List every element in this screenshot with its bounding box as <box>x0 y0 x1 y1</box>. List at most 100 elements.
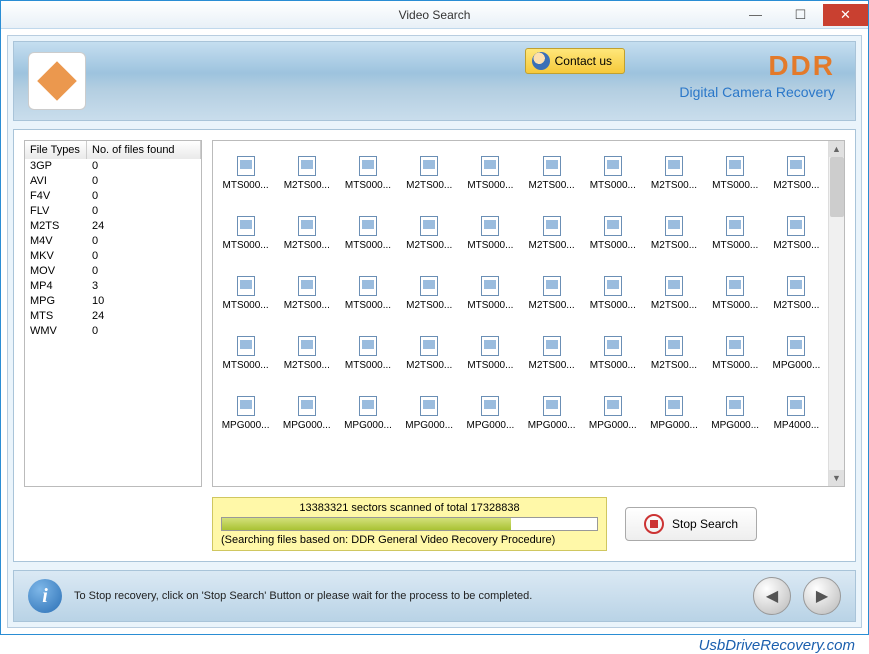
prev-button[interactable]: ◀ <box>753 577 791 615</box>
video-file-icon <box>237 216 255 236</box>
file-item[interactable]: M2TS00... <box>521 323 582 383</box>
file-item[interactable]: MTS000... <box>582 203 643 263</box>
file-item[interactable]: MPG000... <box>521 383 582 443</box>
file-type-row[interactable]: 3GP0 <box>25 159 201 174</box>
file-item[interactable]: MPG000... <box>766 323 827 383</box>
file-label: MPG000... <box>466 420 514 431</box>
file-item[interactable]: MPG000... <box>460 383 521 443</box>
file-item[interactable]: MPG000... <box>399 383 460 443</box>
scroll-down-icon[interactable]: ▼ <box>829 470 844 486</box>
file-item[interactable]: M2TS00... <box>521 203 582 263</box>
file-item[interactable]: M2TS00... <box>766 143 827 203</box>
file-item[interactable]: M2TS00... <box>399 263 460 323</box>
file-item[interactable]: MTS000... <box>460 143 521 203</box>
file-type-row[interactable]: MKV0 <box>25 249 201 264</box>
file-type-row[interactable]: AVI0 <box>25 174 201 189</box>
file-type-name: MKV <box>25 249 87 264</box>
file-label: M2TS00... <box>406 360 452 371</box>
file-type-name: MPG <box>25 294 87 309</box>
minimize-button[interactable]: — <box>733 4 778 26</box>
file-item[interactable]: M2TS00... <box>276 263 337 323</box>
file-item[interactable]: M2TS00... <box>399 323 460 383</box>
file-item[interactable]: MTS000... <box>337 143 398 203</box>
file-label: MTS000... <box>590 360 636 371</box>
file-label: MPG000... <box>283 420 331 431</box>
vertical-scrollbar[interactable]: ▲ ▼ <box>828 141 844 486</box>
file-type-row[interactable]: WMV0 <box>25 324 201 339</box>
file-item[interactable]: MTS000... <box>215 263 276 323</box>
next-button[interactable]: ▶ <box>803 577 841 615</box>
watermark: UsbDriveRecovery.com <box>0 635 869 654</box>
file-item[interactable]: M2TS00... <box>399 143 460 203</box>
file-item[interactable]: MTS000... <box>460 263 521 323</box>
video-file-icon <box>604 336 622 356</box>
file-item[interactable]: M2TS00... <box>643 143 704 203</box>
file-item[interactable]: MTS000... <box>337 263 398 323</box>
file-item[interactable]: MTS000... <box>215 323 276 383</box>
file-type-row[interactable]: M2TS24 <box>25 219 201 234</box>
scroll-up-icon[interactable]: ▲ <box>829 141 844 157</box>
file-item[interactable]: MTS000... <box>582 323 643 383</box>
file-item[interactable]: MTS000... <box>705 143 766 203</box>
file-item[interactable]: M2TS00... <box>643 263 704 323</box>
file-item[interactable]: M2TS00... <box>766 203 827 263</box>
file-types-body: 3GP0AVI0F4V0FLV0M2TS24M4V0MKV0MOV0MP43MP… <box>25 159 201 486</box>
file-item[interactable]: MTS000... <box>337 323 398 383</box>
file-item[interactable]: MPG000... <box>215 383 276 443</box>
file-item[interactable]: MP4000... <box>766 383 827 443</box>
file-type-count: 0 <box>87 204 201 219</box>
file-item[interactable]: MPG000... <box>276 383 337 443</box>
progress-fill <box>222 518 511 530</box>
video-file-icon <box>543 396 561 416</box>
file-item[interactable]: MTS000... <box>705 263 766 323</box>
maximize-button[interactable]: ☐ <box>778 4 823 26</box>
file-label: MTS000... <box>345 360 391 371</box>
file-type-count: 10 <box>87 294 201 309</box>
file-item[interactable]: MTS000... <box>705 323 766 383</box>
file-item[interactable]: M2TS00... <box>521 143 582 203</box>
file-item[interactable]: MTS000... <box>215 143 276 203</box>
file-type-row[interactable]: F4V0 <box>25 189 201 204</box>
file-item[interactable]: MTS000... <box>582 143 643 203</box>
close-button[interactable]: ✕ <box>823 4 868 26</box>
file-item[interactable]: MTS000... <box>582 263 643 323</box>
video-file-icon <box>298 396 316 416</box>
file-item[interactable]: MTS000... <box>460 323 521 383</box>
file-item[interactable]: MTS000... <box>460 203 521 263</box>
person-icon <box>532 52 550 70</box>
file-type-row[interactable]: MPG10 <box>25 294 201 309</box>
file-item[interactable]: M2TS00... <box>521 263 582 323</box>
file-item[interactable]: M2TS00... <box>643 323 704 383</box>
col-files-found[interactable]: No. of files found <box>87 141 201 159</box>
scroll-thumb[interactable] <box>830 157 844 217</box>
file-item[interactable]: MTS000... <box>705 203 766 263</box>
file-item[interactable]: MPG000... <box>337 383 398 443</box>
file-item[interactable]: M2TS00... <box>399 203 460 263</box>
col-file-types[interactable]: File Types <box>25 141 87 159</box>
file-item[interactable]: MPG000... <box>582 383 643 443</box>
video-file-icon <box>787 216 805 236</box>
video-file-icon <box>298 276 316 296</box>
file-label: MTS000... <box>345 180 391 191</box>
file-type-row[interactable]: FLV0 <box>25 204 201 219</box>
file-item[interactable]: M2TS00... <box>766 263 827 323</box>
contact-us-button[interactable]: Contact us <box>525 48 625 74</box>
file-item[interactable]: MTS000... <box>337 203 398 263</box>
file-item[interactable]: MTS000... <box>215 203 276 263</box>
file-item[interactable]: M2TS00... <box>276 143 337 203</box>
file-grid-inner[interactable]: MTS000...M2TS00...MTS000...M2TS00...MTS0… <box>215 143 827 484</box>
file-type-row[interactable]: M4V0 <box>25 234 201 249</box>
file-item[interactable]: M2TS00... <box>643 203 704 263</box>
file-label: MPG000... <box>589 420 637 431</box>
file-item[interactable]: M2TS00... <box>276 203 337 263</box>
file-type-row[interactable]: MOV0 <box>25 264 201 279</box>
video-file-icon <box>726 276 744 296</box>
stop-search-button[interactable]: Stop Search <box>625 507 757 541</box>
file-item[interactable]: MPG000... <box>643 383 704 443</box>
file-item[interactable]: M2TS00... <box>276 323 337 383</box>
video-file-icon <box>543 336 561 356</box>
file-label: MTS000... <box>712 180 758 191</box>
file-type-row[interactable]: MP43 <box>25 279 201 294</box>
file-item[interactable]: MPG000... <box>705 383 766 443</box>
file-type-row[interactable]: MTS24 <box>25 309 201 324</box>
